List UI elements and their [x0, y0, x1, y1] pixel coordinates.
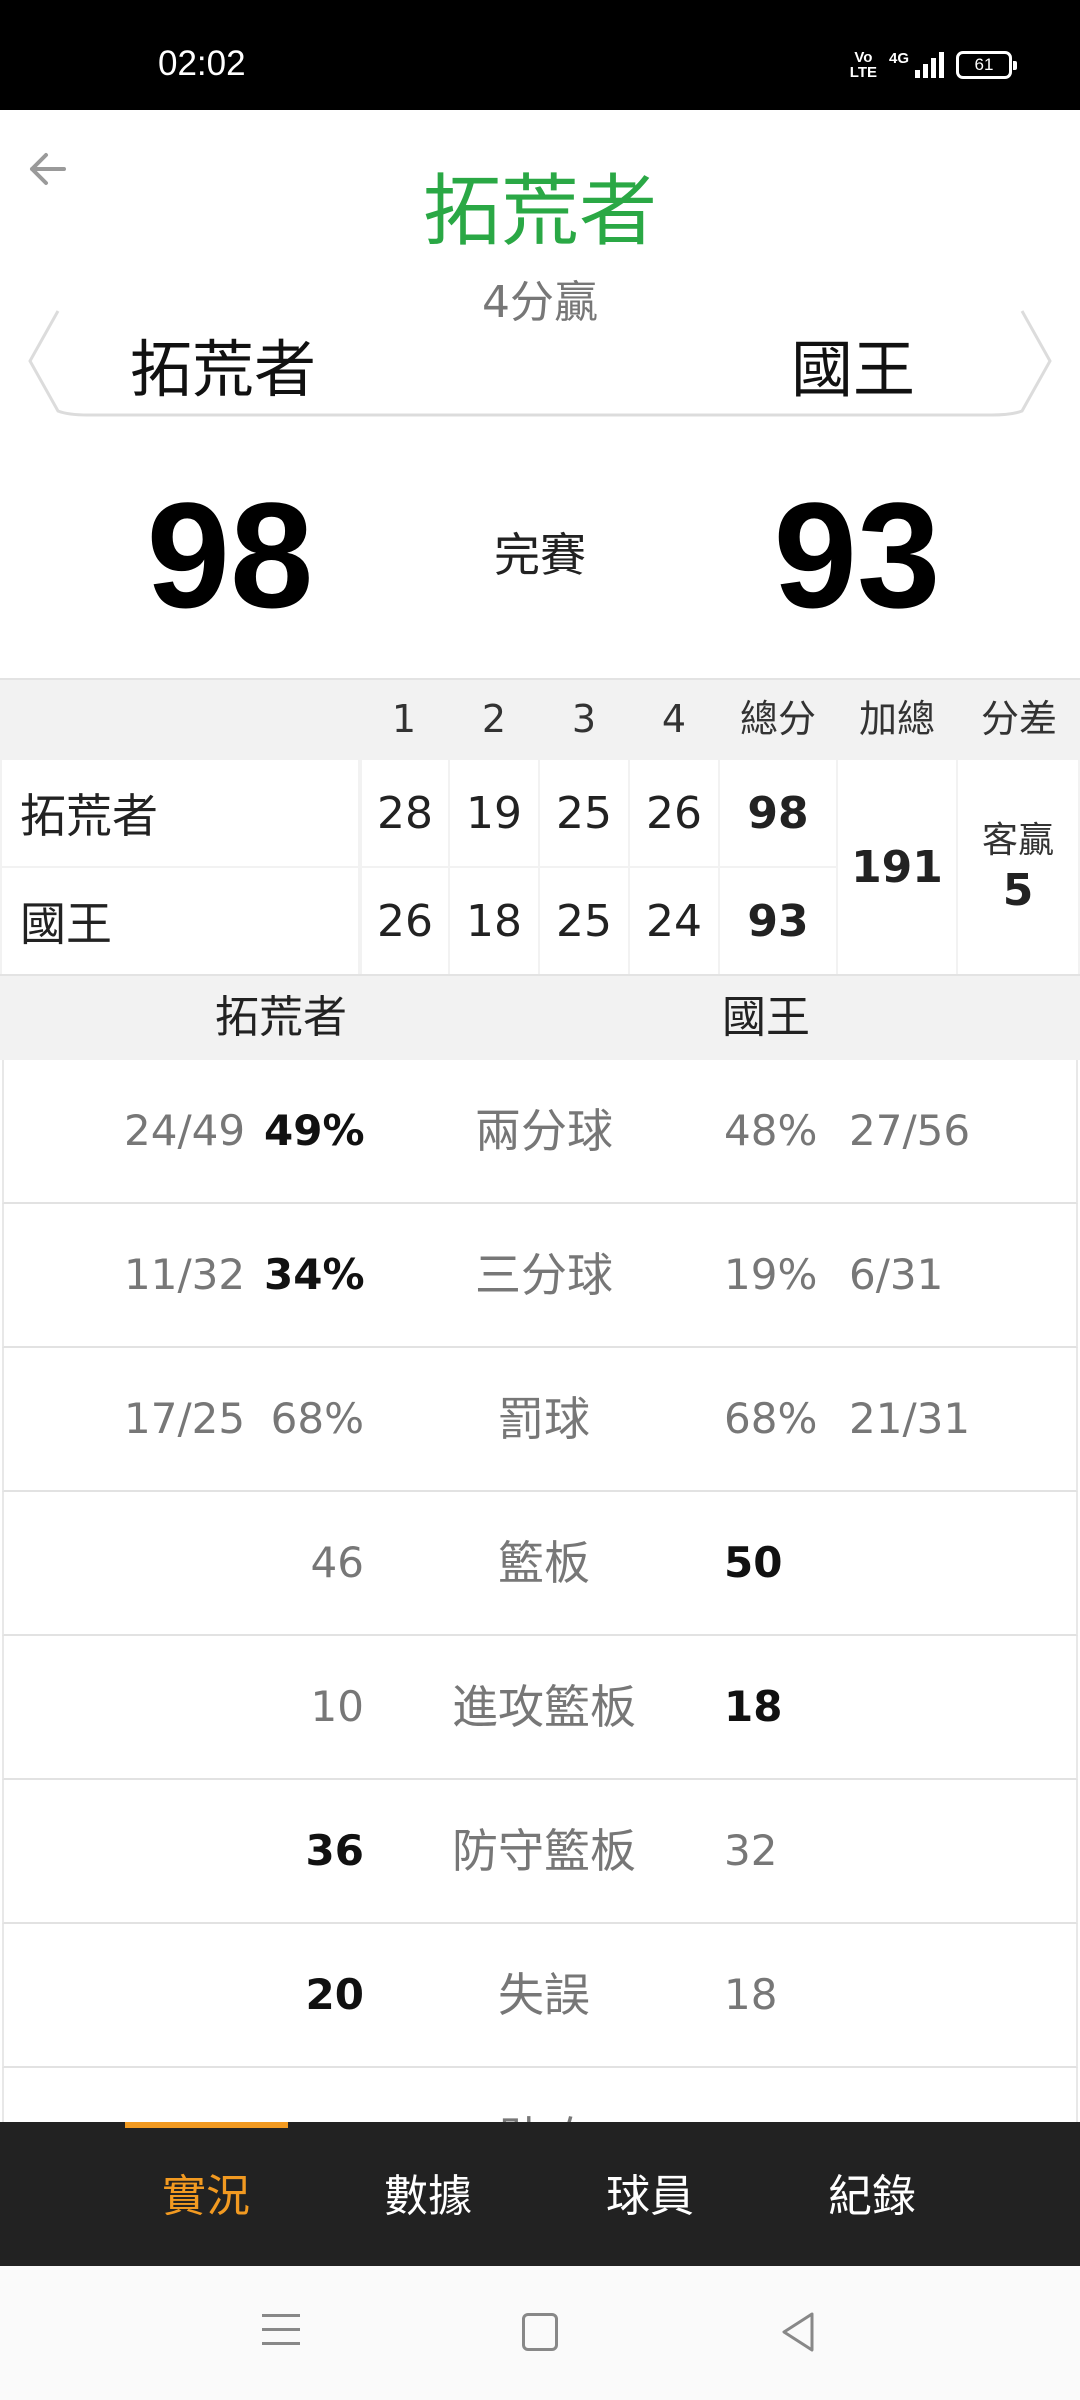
- stat-label: 罰球: [498, 1392, 590, 1446]
- box-diff: 客贏 5: [958, 760, 1078, 974]
- stat-right-value: 19%: [724, 1250, 818, 1299]
- stat-right-fraction: 21/31: [849, 1394, 971, 1443]
- status-icons: Vo LTE 4G 61: [849, 49, 1017, 81]
- box-cell: 25: [540, 760, 628, 866]
- header-q2: 2: [481, 697, 507, 741]
- stat-left-value: 49%: [264, 1106, 365, 1155]
- right-team-name[interactable]: 國王: [791, 330, 915, 410]
- box-row-team: 拓荒者: [2, 760, 358, 866]
- bottom-tab-bar: 實況 數據 球員 紀錄: [0, 2122, 1080, 2266]
- stats-header: 拓荒者 國王: [0, 976, 1080, 1060]
- stat-label: 三分球: [475, 1248, 613, 1302]
- stat-left-value: 34%: [264, 1250, 365, 1299]
- battery-icon: 61: [956, 51, 1017, 79]
- stat-right-fraction: 6/31: [849, 1250, 944, 1299]
- box-row-team: 國王: [2, 868, 358, 974]
- box-score-table: 1 2 3 4 總分 加總 分差 拓荒者 28 19 25 26 98 國王 2…: [0, 678, 1080, 976]
- stat-right-value: 48%: [724, 1106, 818, 1155]
- stat-row: 助攻: [2, 2068, 1078, 2122]
- tab-live[interactable]: 實況: [126, 2122, 286, 2266]
- header-q4: 4: [661, 697, 687, 741]
- box-cell: 25: [540, 868, 628, 974]
- stat-left-fraction: 11/32: [124, 1250, 246, 1299]
- tab-records[interactable]: 紀錄: [792, 2122, 952, 2266]
- tab-players[interactable]: 球員: [570, 2122, 730, 2266]
- box-cell: 24: [630, 868, 718, 974]
- signal-icon: [915, 52, 944, 78]
- stat-left-value: 46: [310, 1538, 364, 1587]
- stat-row: 36 防守籃板 32: [2, 1780, 1078, 1924]
- stat-row: 17/25 68% 罰球 68% 21/31: [2, 1348, 1078, 1492]
- box-sum: 191: [838, 760, 956, 974]
- stats-right-team: 國王: [722, 992, 810, 1043]
- game-status: 完賽: [494, 528, 586, 582]
- stat-label: 助攻: [404, 2068, 684, 2122]
- box-cell: 26: [362, 868, 448, 974]
- left-team-score: 98: [146, 471, 314, 639]
- header-q3: 3: [571, 697, 597, 741]
- stats-left-team: 拓荒者: [215, 992, 347, 1043]
- stat-left-fraction: 17/25: [124, 1394, 246, 1443]
- header-q1: 1: [391, 697, 417, 741]
- home-icon[interactable]: [522, 2313, 558, 2351]
- stat-left-value: 36: [305, 1826, 364, 1875]
- box-cell: 18: [450, 868, 538, 974]
- box-cell: 19: [450, 760, 538, 866]
- header-diff: 分差: [980, 697, 1057, 741]
- stat-left-value: 20: [305, 1970, 364, 2019]
- stat-left-fraction: 24/49: [124, 1106, 246, 1155]
- box-cell: 26: [630, 760, 718, 866]
- stat-row: 46 籃板 50: [2, 1492, 1078, 1636]
- stat-left-value: 10: [310, 1682, 364, 1731]
- status-time: 02:02: [158, 44, 246, 83]
- stat-label: 防守籃板: [452, 1824, 636, 1878]
- stat-row: 11/32 34% 三分球 19% 6/31: [2, 1204, 1078, 1348]
- menu-icon[interactable]: [262, 2314, 300, 2352]
- stat-label: 兩分球: [475, 1104, 613, 1158]
- header-sum: 加總: [858, 697, 935, 741]
- box-cell: 28: [362, 760, 448, 866]
- winner-title: 拓荒者: [422, 167, 657, 257]
- box-total: 93: [720, 868, 836, 974]
- tab-stats[interactable]: 數據: [348, 2122, 508, 2266]
- stat-label: 籃板: [498, 1536, 590, 1590]
- stat-right-value: 50: [724, 1538, 783, 1587]
- system-nav-bar: [0, 2266, 1080, 2400]
- stats-list[interactable]: 24/49 49% 兩分球 48% 27/56 11/32 34% 三分球 19…: [0, 1060, 1080, 2122]
- box-total: 98: [720, 760, 836, 866]
- network-type: 4G: [888, 50, 909, 67]
- stat-label: 失誤: [498, 1968, 590, 2022]
- left-team-name[interactable]: 拓荒者: [130, 330, 316, 410]
- stat-left-value: 68%: [270, 1394, 364, 1443]
- right-team-score: 93: [773, 471, 941, 639]
- stat-row: 24/49 49% 兩分球 48% 27/56: [2, 1060, 1078, 1204]
- stat-row: 10 進攻籃板 18: [2, 1636, 1078, 1780]
- volte-icon: Vo LTE: [849, 49, 877, 81]
- status-bar: 02:02 Vo LTE 4G 61: [0, 0, 1080, 110]
- stat-row: 20 失誤 18: [2, 1924, 1078, 2068]
- diff-value: 5: [1002, 865, 1034, 916]
- header-total: 總分: [739, 697, 816, 741]
- stat-right-fraction: 27/56: [849, 1106, 971, 1155]
- stat-right-value: 32: [724, 1826, 778, 1875]
- stat-right-value: 18: [724, 1970, 778, 2019]
- stat-right-value: 68%: [724, 1394, 818, 1443]
- back-triangle-icon[interactable]: [778, 2310, 818, 2354]
- stat-label: 進攻籃板: [452, 1680, 636, 1734]
- diff-label: 客贏: [981, 820, 1054, 861]
- stat-right-value: 18: [724, 1682, 783, 1731]
